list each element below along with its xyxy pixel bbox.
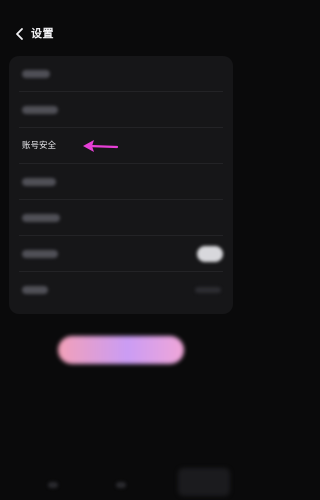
settings-item-5[interactable]: [9, 200, 233, 236]
page-title: 设置: [31, 27, 54, 40]
settings-list: 账号安全: [9, 56, 233, 314]
settings-item-1[interactable]: [9, 56, 233, 92]
blurred-nav-item[interactable]: [116, 482, 126, 488]
settings-item-account-security[interactable]: 账号安全: [9, 128, 233, 164]
settings-item-7[interactable]: [9, 272, 233, 308]
settings-item-6[interactable]: [9, 236, 233, 272]
chevron-left-icon[interactable]: [13, 26, 27, 42]
primary-action-button[interactable]: [58, 336, 184, 364]
blurred-label: [22, 286, 48, 294]
blurred-nav-button[interactable]: [178, 468, 230, 496]
settings-item-4[interactable]: [9, 164, 233, 200]
blurred-label: [22, 70, 50, 78]
top-bar: 设置: [0, 0, 242, 56]
settings-item-2[interactable]: [9, 92, 233, 128]
blurred-label: [22, 178, 56, 186]
toggle-switch[interactable]: [197, 246, 223, 262]
settings-item-label: 账号安全: [22, 141, 57, 151]
arrow-left-icon: [80, 137, 120, 155]
blurred-value: [195, 287, 221, 293]
blurred-label: [22, 214, 60, 222]
blurred-label: [22, 250, 58, 258]
blurred-nav-item[interactable]: [48, 482, 58, 488]
bottom-bar: [0, 462, 242, 500]
blurred-label: [22, 106, 58, 114]
